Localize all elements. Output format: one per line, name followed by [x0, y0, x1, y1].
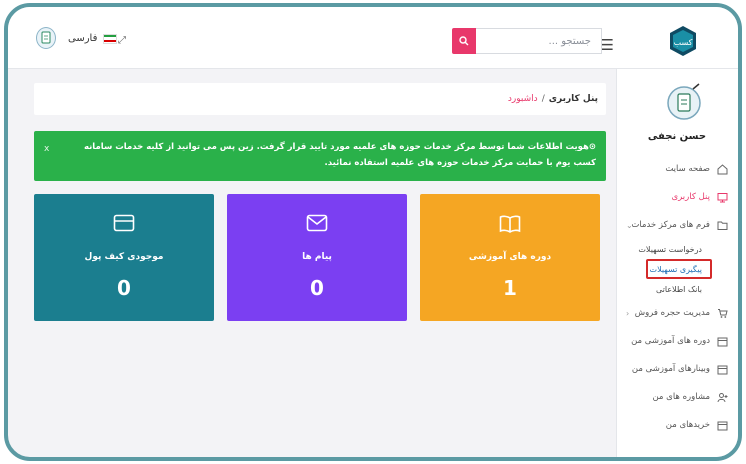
- search-icon: [459, 36, 469, 46]
- book-icon: [420, 214, 600, 234]
- sidebar-menu: صفحه سایت پنل کاربری فرم های مرکز خدمات …: [616, 155, 738, 439]
- language-selector[interactable]: فارسی: [68, 33, 118, 44]
- sidebar-item-label: صفحه سایت: [665, 164, 710, 174]
- sidebar-item-label: دوره های آموزشی من: [631, 336, 710, 346]
- top-bar: کسب ☰ ⤢ فارسی: [8, 7, 738, 69]
- sidebar-item-my-webinars[interactable]: وبینارهای آموزشی من: [616, 355, 738, 383]
- breadcrumb-current: داشبورد: [507, 94, 538, 104]
- sidebar-item-my-purchases[interactable]: خریدهای من: [616, 411, 738, 439]
- chevron-left-icon: ‹: [626, 308, 630, 318]
- search-box: [452, 28, 602, 54]
- stat-value: 1: [503, 276, 517, 300]
- submenu-item-database[interactable]: بانک اطلاعاتی: [616, 279, 738, 299]
- close-icon[interactable]: x: [44, 141, 49, 157]
- user-plus-icon: [716, 391, 728, 403]
- wallet-icon: [34, 214, 214, 232]
- stat-value: 0: [310, 276, 324, 300]
- sidebar-item-label: مشاوره های من: [652, 392, 710, 402]
- search-input[interactable]: [476, 28, 602, 54]
- user-avatar: [666, 83, 702, 123]
- language-label: فارسی: [68, 33, 98, 44]
- stat-value: 0: [117, 276, 131, 300]
- stat-label: دوره های آموزشی: [468, 252, 552, 262]
- iran-flag-icon: [103, 33, 118, 44]
- sidebar-item-label: پنل کاربری: [671, 192, 710, 202]
- calendar-icon: [716, 363, 728, 375]
- sidebar-item-label: مدیریت حجره فروش: [634, 308, 710, 318]
- app-window: کسب ☰ ⤢ فارسی: [4, 3, 742, 461]
- sidebar-item-label: خریدهای من: [665, 420, 710, 430]
- folder-icon: [716, 219, 728, 231]
- stat-label: موجودی کیف پول: [84, 252, 164, 262]
- menu-toggle-icon[interactable]: ☰: [601, 36, 614, 54]
- stat-card-wallet[interactable]: موجودی کیف پول 0: [34, 194, 214, 321]
- svg-text:کسب: کسب: [674, 38, 693, 47]
- breadcrumb: پنل کاربری / داشبورد: [34, 83, 606, 115]
- stat-label: پیام ها: [302, 252, 332, 262]
- submenu-item-request-loan[interactable]: درخواست تسهیلات: [616, 239, 738, 259]
- cart-icon: [716, 307, 728, 319]
- sidebar-item-my-consultations[interactable]: مشاوره های من: [616, 383, 738, 411]
- stat-card-courses[interactable]: دوره های آموزشی 1: [420, 194, 600, 321]
- sidebar-item-shop-management[interactable]: مدیریت حجره فروش ‹: [616, 299, 738, 327]
- breadcrumb-separator: /: [541, 94, 545, 104]
- mail-icon: [227, 214, 407, 232]
- sidebar-item-site-home[interactable]: صفحه سایت: [616, 155, 738, 183]
- chevron-down-icon: ⌄: [626, 220, 633, 230]
- avatar[interactable]: [36, 27, 56, 49]
- calendar-icon: [716, 419, 728, 431]
- verification-alert: ⊙هویت اطلاعات شما توسط مرکز خدمات حوزه ه…: [34, 131, 606, 181]
- sidebar: حسن نجفی صفحه سایت پنل کاربری فرم های مر…: [616, 69, 738, 457]
- sidebar-item-my-courses[interactable]: دوره های آموزشی من: [616, 327, 738, 355]
- fullscreen-icon[interactable]: ⤢: [118, 35, 126, 46]
- submenu-item-track-loan[interactable]: پیگیری تسهیلات: [646, 259, 712, 279]
- user-name: حسن نجفی: [647, 131, 707, 142]
- sidebar-item-label: فرم های مرکز خدمات: [631, 220, 710, 230]
- monitor-icon: [716, 191, 728, 203]
- stat-card-messages[interactable]: پیام ها 0: [227, 194, 407, 321]
- home-icon: [716, 163, 728, 175]
- sidebar-item-user-panel[interactable]: پنل کاربری: [616, 183, 738, 211]
- site-logo[interactable]: کسب: [668, 25, 698, 57]
- search-button[interactable]: [452, 28, 476, 54]
- breadcrumb-user-panel[interactable]: پنل کاربری: [549, 94, 598, 104]
- sidebar-item-label: وبینارهای آموزشی من: [631, 364, 710, 374]
- sidebar-item-service-forms[interactable]: فرم های مرکز خدمات ⌄: [616, 211, 738, 239]
- calendar-icon: [716, 335, 728, 347]
- alert-text: ⊙هویت اطلاعات شما توسط مرکز خدمات حوزه ه…: [83, 142, 596, 168]
